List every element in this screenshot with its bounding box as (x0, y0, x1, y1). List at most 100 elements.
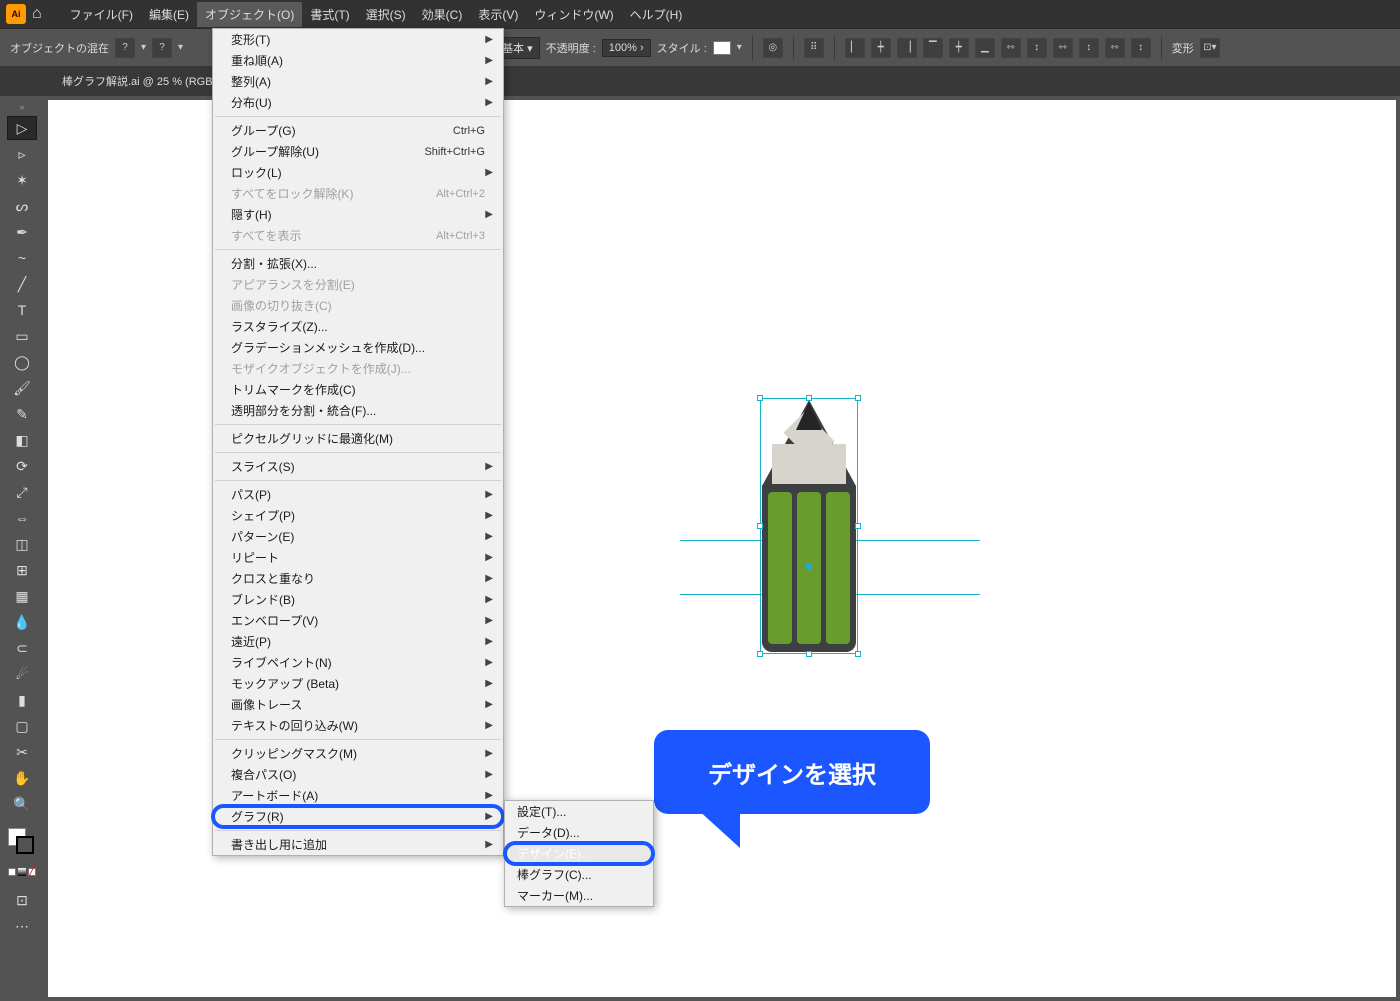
align-hcenter-icon[interactable]: ┿ (871, 38, 891, 58)
menu-item[interactable]: グラデーションメッシュを作成(D)... (213, 337, 503, 358)
menu-effect[interactable]: 効果(C) (414, 2, 471, 27)
menu-item[interactable]: 重ね順(A)▶ (213, 50, 503, 71)
hand-tool[interactable]: ✋ (7, 766, 37, 790)
selection-handle[interactable] (806, 395, 812, 401)
menu-select[interactable]: 選択(S) (358, 2, 414, 27)
scale-tool[interactable]: ⤢ (7, 480, 37, 504)
selection-handle[interactable] (855, 523, 861, 529)
pen-tool[interactable]: ✒ (7, 220, 37, 244)
dist-h2-icon[interactable]: ⇿ (1053, 38, 1073, 58)
style-swatch[interactable] (713, 41, 731, 55)
align-right-icon[interactable]: ▕ (897, 38, 917, 58)
menu-item[interactable]: グループ(G)Ctrl+G (213, 120, 503, 141)
menu-view[interactable]: 表示(V) (470, 2, 526, 27)
align-vcenter-icon[interactable]: ┿ (949, 38, 969, 58)
pencil-tool[interactable]: ✎ (7, 402, 37, 426)
menu-item[interactable]: グラフ(R)▶ (213, 806, 503, 827)
menu-item[interactable]: ロック(L)▶ (213, 162, 503, 183)
menu-object[interactable]: オブジェクト(O) (197, 2, 302, 27)
menu-item[interactable]: グループ解除(U)Shift+Ctrl+G (213, 141, 503, 162)
menu-item[interactable]: シェイプ(P)▶ (213, 505, 503, 526)
dist-h-icon[interactable]: ⇿ (1001, 38, 1021, 58)
selection-handle[interactable] (855, 395, 861, 401)
menu-item[interactable]: クリッピングマスク(M)▶ (213, 743, 503, 764)
align-panel-icon[interactable]: ⠿ (804, 38, 824, 58)
menu-item[interactable]: ブレンド(B)▶ (213, 589, 503, 610)
dist-v2-icon[interactable]: ↕ (1079, 38, 1099, 58)
blend-tool[interactable]: ⊂ (7, 636, 37, 660)
recolor-icon[interactable]: ◎ (763, 38, 783, 58)
menu-item[interactable]: ピクセルグリッドに最適化(M) (213, 428, 503, 449)
home-icon[interactable]: ⌂ (32, 5, 42, 23)
submenu-item[interactable]: マーカー(M)... (505, 885, 653, 906)
align-top-icon[interactable]: ▔ (923, 38, 943, 58)
graph-tool[interactable]: ▮ (7, 688, 37, 712)
dist-v-icon[interactable]: ↕ (1027, 38, 1047, 58)
menu-item[interactable]: 分割・拡張(X)... (213, 253, 503, 274)
curvature-tool[interactable]: ~ (7, 246, 37, 270)
stroke-color[interactable] (16, 836, 34, 854)
opacity-value[interactable]: 100% › (602, 39, 651, 57)
selection-handle[interactable] (806, 651, 812, 657)
menu-item[interactable]: 分布(U)▶ (213, 92, 503, 113)
free-transform-tool[interactable]: ◫ (7, 532, 37, 556)
menu-item[interactable]: モックアップ (Beta)▶ (213, 673, 503, 694)
menu-file[interactable]: ファイル(F) (62, 2, 141, 27)
screen-mode-icon[interactable]: ⊡ (7, 888, 37, 912)
align-bottom-icon[interactable]: ▁ (975, 38, 995, 58)
symbol-spray-tool[interactable]: ☄ (7, 662, 37, 686)
selection-handle[interactable] (757, 395, 763, 401)
menu-item[interactable]: パターン(E)▶ (213, 526, 503, 547)
menu-item[interactable]: 変形(T)▶ (213, 29, 503, 50)
width-tool[interactable]: ⇔ (7, 506, 37, 530)
color-indicator[interactable] (8, 828, 36, 856)
menu-item[interactable]: クロスと重なり▶ (213, 568, 503, 589)
edit-toolbar-icon[interactable]: ⋯ (7, 914, 37, 938)
stroke-help-icon[interactable]: ? (152, 38, 172, 58)
menu-item[interactable]: 遠近(P)▶ (213, 631, 503, 652)
menu-item[interactable]: スライス(S)▶ (213, 456, 503, 477)
magic-wand-tool[interactable]: ✶ (7, 168, 37, 192)
eraser-tool[interactable]: ◧ (7, 428, 37, 452)
ellipse-tool[interactable]: ◯ (7, 350, 37, 374)
fill-help-icon[interactable]: ? (115, 38, 135, 58)
transform-label[interactable]: 変形 (1172, 40, 1194, 56)
menu-item[interactable]: ライブペイント(N)▶ (213, 652, 503, 673)
fill-mode-icon[interactable] (8, 868, 16, 876)
selection-bounds[interactable] (760, 398, 858, 654)
selection-tool[interactable]: ▷ (7, 116, 37, 140)
rectangle-tool[interactable]: ▭ (7, 324, 37, 348)
mesh-tool[interactable]: ⊞ (7, 558, 37, 582)
submenu-item[interactable]: デザイン(E)... (505, 843, 653, 864)
paintbrush-tool[interactable]: 🖌 (7, 376, 37, 400)
rotate-tool[interactable]: ⟳ (7, 454, 37, 478)
menu-item[interactable]: エンベロープ(V)▶ (213, 610, 503, 631)
menu-item[interactable]: 整列(A)▶ (213, 71, 503, 92)
menu-item[interactable]: 画像トレース▶ (213, 694, 503, 715)
dist-h3-icon[interactable]: ⇿ (1105, 38, 1125, 58)
menu-item[interactable]: テキストの回り込み(W)▶ (213, 715, 503, 736)
selection-handle[interactable] (757, 523, 763, 529)
artboard-tool[interactable]: ▢ (7, 714, 37, 738)
menu-item[interactable]: 複合パス(O)▶ (213, 764, 503, 785)
line-tool[interactable]: ╱ (7, 272, 37, 296)
menu-item[interactable]: 隠す(H)▶ (213, 204, 503, 225)
selection-handle[interactable] (757, 651, 763, 657)
lasso-tool[interactable]: ᔕ (7, 194, 37, 218)
selection-center[interactable] (806, 564, 812, 570)
menu-item[interactable]: 透明部分を分割・統合(F)... (213, 400, 503, 421)
gradient-mode-icon[interactable] (18, 868, 26, 876)
zoom-tool[interactable]: 🔍 (7, 792, 37, 816)
type-tool[interactable]: T (7, 298, 37, 322)
menu-item[interactable]: トリムマークを作成(C) (213, 379, 503, 400)
selection-handle[interactable] (855, 651, 861, 657)
menu-item[interactable]: アートボード(A)▶ (213, 785, 503, 806)
menu-item[interactable]: ラスタライズ(Z)... (213, 316, 503, 337)
none-mode-icon[interactable]: ╱ (28, 868, 36, 876)
menu-item[interactable]: 書き出し用に追加▶ (213, 834, 503, 855)
dist-v3-icon[interactable]: ↕ (1131, 38, 1151, 58)
menu-type[interactable]: 書式(T) (302, 2, 357, 27)
menu-edit[interactable]: 編集(E) (141, 2, 197, 27)
menu-window[interactable]: ウィンドウ(W) (526, 2, 621, 27)
submenu-item[interactable]: 設定(T)... (505, 801, 653, 822)
